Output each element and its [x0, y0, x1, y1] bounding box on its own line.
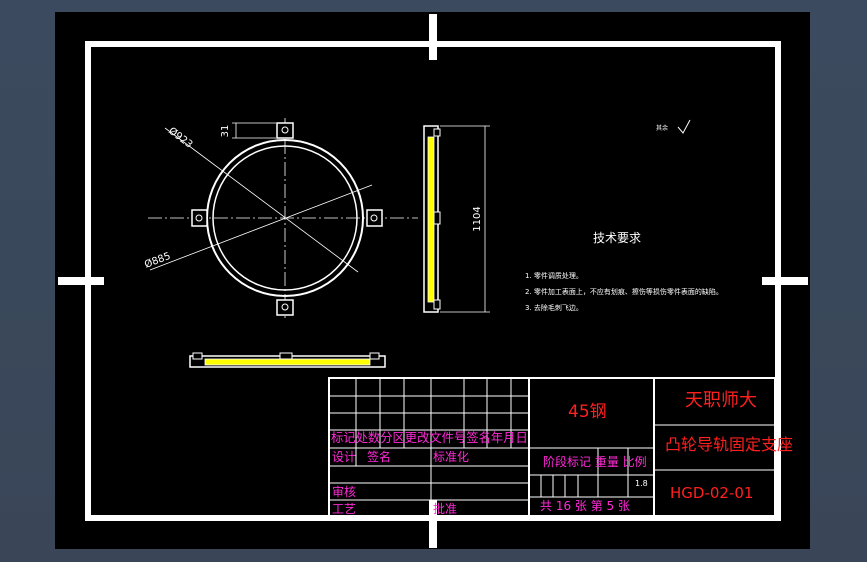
roughness-symbol — [677, 119, 691, 134]
process-label: 工艺 — [332, 502, 357, 516]
notes-heading: 技术要求 — [593, 231, 642, 245]
inner-diameter-dimension: Ø885 — [143, 250, 172, 271]
material-label: 45钢 — [568, 402, 607, 422]
review-label: 审核 — [332, 485, 357, 499]
revision-header: 标记处数分区更改文件号签名年月日 — [331, 431, 528, 445]
design-label: 设计 — [332, 450, 357, 464]
lug-dimension: 31 — [220, 125, 231, 138]
design-signature-label: 签名 — [367, 450, 392, 464]
roughness-label: 其余 — [656, 124, 668, 132]
note-3: 3. 去除毛刺飞边。 — [525, 304, 583, 312]
ring-top-view — [189, 352, 386, 368]
part-name: 凸轮导轨固定支座 — [665, 435, 794, 454]
drawing-number: HGD-02-01 — [670, 484, 754, 502]
center-mark-right — [762, 277, 808, 285]
note-2: 2. 零件加工表面上，不应有划痕、擦伤等损伤零件表面的缺陷。 — [525, 288, 723, 296]
school-name: 天职师大 — [685, 390, 757, 411]
stage-header: 阶段标记 重量 比例 — [543, 455, 647, 469]
sheet-count: 共 16 张 第 5 张 — [540, 499, 630, 513]
approve-label: 批准 — [433, 502, 458, 516]
scale-value: 1.8 — [635, 479, 648, 488]
outer-diameter-dimension: Ø923 — [166, 125, 195, 151]
center-mark-top — [429, 14, 437, 60]
center-mark-left — [58, 277, 104, 285]
cad-drawing: 31 Ø923 Ø885 1104 其余 — [58, 14, 808, 548]
standardize-label: 标准化 — [433, 450, 470, 464]
note-1: 1. 零件调质处理。 — [525, 272, 583, 280]
height-dimension: 1104 — [472, 206, 483, 231]
